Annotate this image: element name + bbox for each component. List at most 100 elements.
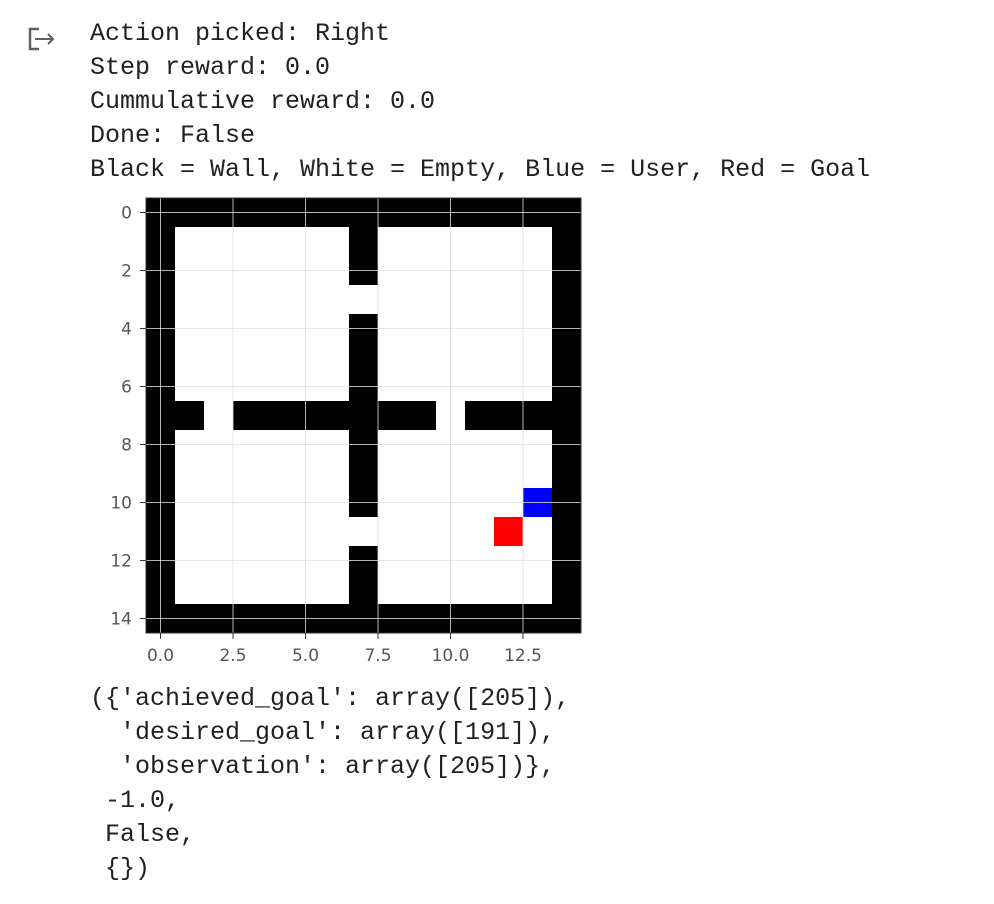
empty-cell bbox=[204, 227, 234, 257]
empty-cell bbox=[378, 343, 408, 373]
y-tick-label: 0 bbox=[121, 204, 132, 224]
wall-cell bbox=[552, 459, 582, 489]
empty-cell bbox=[378, 227, 408, 257]
wall-cell bbox=[262, 401, 292, 431]
wall-cell bbox=[175, 401, 205, 431]
x-tick-label: 12.5 bbox=[504, 646, 542, 666]
empty-cell bbox=[378, 459, 408, 489]
x-tick-label: 7.5 bbox=[364, 646, 391, 666]
wall-cell bbox=[552, 401, 582, 431]
wall-cell bbox=[407, 401, 437, 431]
return-value-text: ({'achieved_goal': array([205]), 'desire… bbox=[90, 682, 570, 886]
empty-cell bbox=[407, 517, 437, 547]
empty-cell bbox=[523, 227, 553, 257]
empty-cell bbox=[204, 285, 234, 315]
empty-cell bbox=[320, 285, 350, 315]
empty-cell bbox=[349, 517, 379, 547]
empty-cell bbox=[320, 343, 350, 373]
y-tick-label: 2 bbox=[121, 262, 132, 282]
empty-cell bbox=[465, 575, 495, 605]
empty-cell bbox=[175, 459, 205, 489]
result-line-desired-goal: 'desired_goal': array([191]), bbox=[90, 718, 556, 747]
empty-cell bbox=[523, 285, 553, 315]
empty-cell bbox=[523, 343, 553, 373]
y-tick-label: 6 bbox=[121, 378, 132, 398]
wall-cell bbox=[233, 401, 263, 431]
empty-cell bbox=[407, 575, 437, 605]
empty-cell bbox=[262, 227, 292, 257]
empty-cell bbox=[378, 517, 408, 547]
empty-cell bbox=[349, 285, 379, 315]
empty-cell bbox=[494, 285, 524, 315]
empty-cell bbox=[204, 343, 234, 373]
empty-cell bbox=[175, 517, 205, 547]
x-tick-label: 2.5 bbox=[219, 646, 246, 666]
empty-cell bbox=[320, 575, 350, 605]
empty-cell bbox=[494, 575, 524, 605]
wall-cell bbox=[465, 401, 495, 431]
wall-cell bbox=[552, 517, 582, 547]
empty-cell bbox=[175, 285, 205, 315]
wall-cell bbox=[349, 401, 379, 431]
empty-cell bbox=[407, 285, 437, 315]
wall-cell bbox=[552, 343, 582, 373]
empty-cell bbox=[262, 459, 292, 489]
empty-cell bbox=[407, 227, 437, 257]
y-tick-label: 4 bbox=[121, 320, 132, 340]
empty-cell bbox=[262, 343, 292, 373]
y-tick-label: 8 bbox=[121, 436, 132, 456]
wall-cell bbox=[552, 227, 582, 257]
y-tick-label: 10 bbox=[110, 494, 132, 514]
wall-cell bbox=[349, 459, 379, 489]
empty-cell bbox=[494, 227, 524, 257]
empty-cell bbox=[204, 401, 234, 431]
result-line-done: False, bbox=[90, 820, 196, 849]
empty-cell bbox=[233, 227, 263, 257]
empty-cell bbox=[262, 517, 292, 547]
x-tick-label: 10.0 bbox=[432, 646, 470, 666]
empty-cell bbox=[175, 575, 205, 605]
empty-cell bbox=[494, 343, 524, 373]
grid-world-plot: 0.0 2.5 5.0 7.5 10.0 12.5 0 2 4 6 8 10 12 14 bbox=[110, 197, 582, 666]
empty-cell bbox=[320, 459, 350, 489]
empty-cell bbox=[175, 227, 205, 257]
empty-cell bbox=[262, 285, 292, 315]
y-tick-label: 14 bbox=[110, 610, 132, 630]
wall-cell bbox=[523, 401, 553, 431]
wall-cell bbox=[349, 575, 379, 605]
y-tick-label: 12 bbox=[110, 552, 132, 572]
wall-cell bbox=[552, 285, 582, 315]
empty-cell bbox=[204, 459, 234, 489]
empty-cell bbox=[262, 575, 292, 605]
result-line-achieved-goal: ({'achieved_goal': array([205]), bbox=[90, 684, 571, 713]
empty-cell bbox=[407, 459, 437, 489]
result-line-observation: 'observation': array([205])}, bbox=[90, 752, 556, 781]
x-tick-label: 5.0 bbox=[292, 646, 319, 666]
empty-cell bbox=[465, 227, 495, 257]
empty-cell bbox=[465, 459, 495, 489]
empty-cell bbox=[204, 575, 234, 605]
wall-cell bbox=[552, 575, 582, 605]
wall-cell bbox=[349, 343, 379, 373]
empty-cell bbox=[523, 459, 553, 489]
wall-cell bbox=[378, 401, 408, 431]
empty-cell bbox=[233, 517, 263, 547]
empty-cell bbox=[233, 575, 263, 605]
empty-cell bbox=[320, 227, 350, 257]
empty-cell bbox=[175, 343, 205, 373]
empty-cell bbox=[494, 459, 524, 489]
empty-cell bbox=[204, 517, 234, 547]
empty-cell bbox=[233, 285, 263, 315]
wall-cell bbox=[349, 227, 379, 257]
wall-cell bbox=[494, 401, 524, 431]
empty-cell bbox=[523, 575, 553, 605]
empty-cell bbox=[233, 459, 263, 489]
empty-cell bbox=[523, 517, 553, 547]
empty-cell bbox=[465, 517, 495, 547]
empty-cell bbox=[378, 575, 408, 605]
goal-cell bbox=[494, 517, 524, 547]
x-tick-label: 0.0 bbox=[147, 646, 174, 666]
empty-cell bbox=[465, 343, 495, 373]
result-line-reward: -1.0, bbox=[90, 786, 181, 815]
empty-cell bbox=[378, 285, 408, 315]
